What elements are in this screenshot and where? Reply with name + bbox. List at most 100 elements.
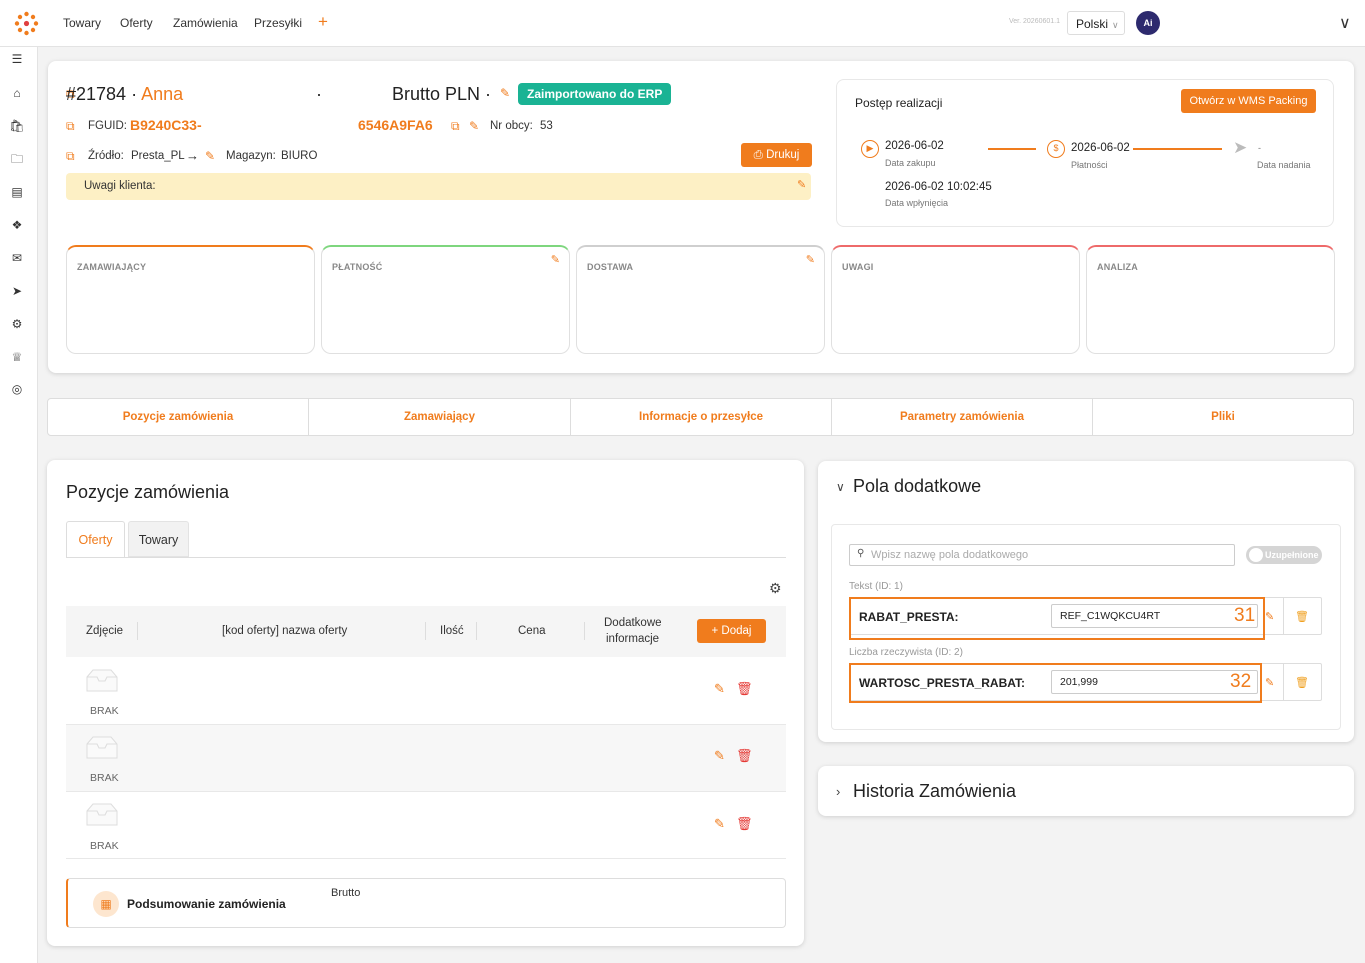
tab-pozycje[interactable]: Pozycje zamówienia [48,399,309,435]
section-analiza[interactable]: ANALIZA [1086,245,1335,354]
inflow-label: Data wpłynięcia [885,198,949,208]
search-icon: ⚲ [857,548,865,559]
subtab-oferty[interactable]: Oferty [66,521,125,558]
positions-title: Pozycje zamówienia [66,482,230,502]
app-logo[interactable] [14,11,39,36]
chevron-down-icon[interactable]: ∨ [1339,13,1351,33]
order-number: #21784 [66,84,127,104]
edit-icon[interactable]: ✎ [1265,610,1274,623]
bag-icon[interactable]: 🛍 [9,118,25,134]
edit-icon[interactable]: ✎ [500,86,510,100]
tab-parametry[interactable]: Parametry zamówienia [832,399,1093,435]
field-type-label: Tekst (ID: 1) [849,581,903,592]
section-platnosc[interactable]: PŁATNOŚĆ ✎ [321,245,570,354]
table-header [66,606,786,657]
magazyn-value: BIURO [281,150,318,162]
field-name: WARTOSC_PRESTA_RABAT: [859,676,1026,690]
document-icon[interactable]: ▤ [9,184,25,200]
open-wms-button[interactable]: Otwórz w WMS Packing [1181,89,1316,113]
section-title: ZAMAWIAJĄCY [77,262,147,272]
table-row [66,725,786,792]
calculator-icon: ▦ [93,891,119,917]
edit-icon[interactable]: ✎ [714,681,725,697]
section-zamawiajacy[interactable]: ZAMAWIAJĄCY [66,245,315,354]
section-uwagi[interactable]: UWAGI [831,245,1080,354]
edit-icon[interactable]: ✎ [205,149,215,163]
trash-icon[interactable]: 🗑 [1295,610,1309,623]
section-title: DOSTAWA [587,262,634,272]
copy-icon[interactable]: ⧉ [451,119,460,134]
crown-icon[interactable]: ♕ [9,349,25,365]
image-placeholder-icon [86,803,118,826]
table-row [66,792,786,859]
order-title: #21784 · Anna [66,84,184,104]
trash-icon[interactable]: 🗑 [736,816,753,832]
add-button[interactable]: + Dodaj [697,619,766,643]
tab-zamawiajacy[interactable]: Zamawiający [309,399,571,435]
col-extra: Dodatkowe [604,617,662,629]
edit-icon[interactable]: ✎ [714,816,725,832]
copy-icon[interactable]: ⧉ [66,149,75,164]
table-row [66,658,786,725]
chevron-down-icon: ∨ [1112,20,1119,30]
column-separator [476,622,477,640]
separator-dot: · [316,84,322,104]
mail-icon[interactable]: ✉ [9,250,25,266]
subtab-towary[interactable]: Towary [128,521,189,557]
search-placeholder: Wpisz nazwę pola dodatkowego [871,549,1029,561]
nav-zamowienia[interactable]: Zamówienia [173,16,238,30]
tab-przesylka[interactable]: Informacje o przesyłce [571,399,832,435]
customer-notes: Uwagi klienta: [66,173,811,200]
col-name: [kod oferty] nazwa oferty [222,625,348,637]
history-title[interactable]: Historia Zamówienia [853,781,1016,802]
print-button[interactable]: ⎙ Drukuj [741,143,812,167]
purchase-date: 2026-06-02 [885,140,944,152]
nav-add-button[interactable]: + [318,12,328,32]
arrow-right-icon[interactable]: → [186,148,199,163]
home-icon[interactable]: ⌂ [9,85,25,101]
support-icon[interactable]: ◎ [9,381,25,397]
folder-icon[interactable]: 🗀 [9,151,25,167]
chevron-right-icon[interactable]: › [836,784,840,799]
nav-oferty[interactable]: Oferty [120,16,153,30]
rocket-icon[interactable]: ➤ [9,283,25,299]
extra-fields-title[interactable]: Pola dodatkowe [853,476,981,497]
customer-name[interactable]: Anna [141,84,183,104]
field-value-input[interactable]: REF_C1WQKCU4RT [1051,604,1258,628]
edit-icon[interactable]: ✎ [797,178,806,191]
nav-towary[interactable]: Towary [63,16,101,30]
progress-title: Postęp realizacji [855,96,943,110]
trash-icon[interactable]: 🗑 [1295,676,1309,689]
settings-icon[interactable]: ⚙ [9,316,25,332]
menu-icon[interactable]: ☰ [9,51,25,67]
source-label: Źródło: [88,150,124,162]
brutto-label: Brutto PLN [392,84,481,104]
summary-label: Podsumowanie zamówienia [127,897,286,911]
edit-icon[interactable]: ✎ [551,253,560,266]
trash-icon[interactable]: 🗑 [736,748,753,764]
status-badge: Zaimportowano do ERP [518,83,672,105]
tab-pliki[interactable]: Pliki [1093,399,1353,435]
payment-label: Płatności [1071,160,1108,170]
copy-icon[interactable]: ⧉ [66,119,75,134]
language-select[interactable]: Polski ∨ [1067,11,1125,35]
edit-icon[interactable]: ✎ [714,748,725,764]
field-value-input[interactable]: 201,999 [1051,670,1258,694]
edit-icon[interactable]: ✎ [469,119,479,133]
dropbox-icon[interactable]: ❖ [9,217,25,233]
section-dostawa[interactable]: DOSTAWA ✎ [576,245,825,354]
fguid-value-cont: 6546A9FA6 [358,117,433,133]
chevron-down-icon[interactable]: ∨ [836,480,845,494]
language-value: Polski [1076,17,1109,31]
gear-icon[interactable]: ⚙ [769,580,782,597]
nav-przesylki[interactable]: Przesyłki [254,16,302,30]
nr-obcy-value: 53 [540,120,553,132]
avatar[interactable]: Ai [1136,11,1160,35]
summary-brutto: Brutto [331,887,361,899]
edit-icon[interactable]: ✎ [806,253,815,266]
trash-icon[interactable]: 🗑 [736,681,753,697]
plus-icon: + [711,625,719,637]
field-marker: 32 [1230,671,1252,692]
edit-icon[interactable]: ✎ [1265,676,1274,689]
column-separator [425,622,426,640]
